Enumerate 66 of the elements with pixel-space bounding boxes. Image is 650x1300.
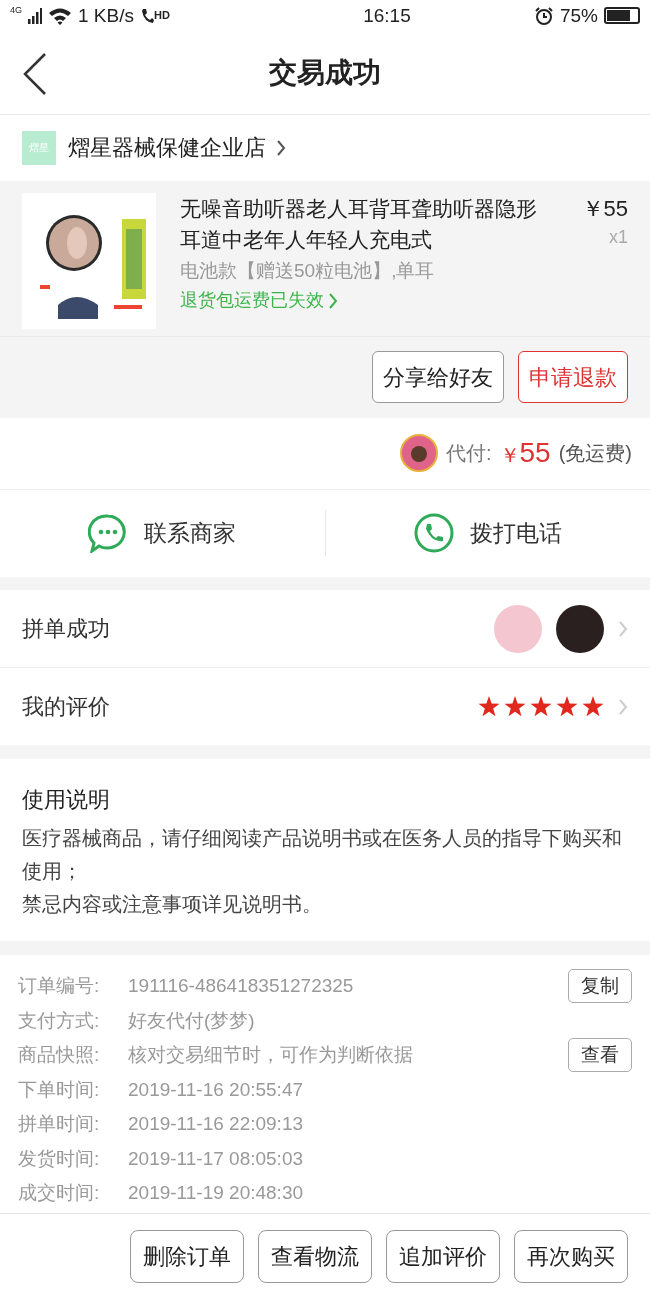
shop-link[interactable]: 熠星器械保健企业店 (68, 131, 286, 165)
back-button[interactable] (22, 51, 48, 96)
phone-icon (140, 6, 154, 25)
info-value: 2019-11-16 20:55:47 (128, 1077, 305, 1102)
avatar (399, 434, 438, 473)
avatar (556, 604, 604, 653)
phone-icon (413, 513, 454, 554)
product-variant: 电池款【赠送50粒电池】,单耳 (180, 258, 436, 283)
chevron-right-icon (618, 697, 628, 716)
info-label: 拼单时间: (18, 1112, 101, 1137)
star-icon (478, 696, 500, 718)
payment-label: 代付: (445, 441, 492, 467)
payment-amount: 55 (519, 436, 551, 471)
group-buy-row[interactable]: 拼单成功 (0, 590, 650, 669)
product-price: ￥55 (581, 194, 628, 223)
info-value: 2019-11-17 08:05:03 (128, 1146, 305, 1171)
info-label: 成交时间: (18, 1181, 101, 1206)
currency-symbol: ￥ (499, 444, 520, 469)
star-icon (530, 696, 552, 718)
call-button[interactable]: 拨打电话 (324, 510, 650, 557)
info-label: 订单编号: (18, 974, 101, 999)
section-title: 使用说明 (22, 786, 111, 815)
avatar (494, 604, 542, 653)
info-value: 核对交易细节时，可作为判断依据 (128, 1043, 414, 1068)
instructions-text: 禁忌内容或注意事项详见说明书。 (22, 892, 323, 918)
battery-icon (604, 7, 640, 25)
chevron-right-icon (618, 619, 628, 638)
info-value: 2019-11-19 20:48:30 (128, 1181, 305, 1206)
order-action-button[interactable]: 查看物流 (258, 1230, 372, 1284)
review-row[interactable]: 我的评价 (0, 668, 650, 746)
info-value: 好友代付(梦梦) (128, 1008, 256, 1033)
battery-percent: 75% (559, 3, 598, 28)
refund-button[interactable]: 申请退款 (518, 351, 628, 404)
product-quantity: x1 (609, 225, 628, 249)
info-label: 商品快照: (18, 1043, 101, 1068)
copy-button[interactable]: 复制 (568, 969, 632, 1004)
order-action-button[interactable]: 删除订单 (130, 1230, 244, 1284)
info-label: 下单时间: (18, 1077, 101, 1102)
order-action-button[interactable]: 再次购买 (514, 1230, 628, 1284)
share-button[interactable]: 分享给好友 (372, 351, 504, 404)
product-title: 无噪音助听器老人耳背耳聋助听器隐形耳道中老年人年轻人充电式 (180, 195, 538, 253)
chevron-right-icon (328, 291, 338, 310)
info-label: 发货时间: (18, 1146, 101, 1171)
chevron-right-icon (276, 138, 286, 157)
alarm-icon (533, 5, 554, 26)
shop-logo: 熠星 (22, 130, 56, 165)
info-value: 2019-11-16 22:09:13 (128, 1112, 305, 1137)
order-action-button[interactable]: 追加评价 (386, 1230, 500, 1284)
copy-button[interactable]: 查看 (568, 1038, 632, 1073)
star-icon (556, 696, 578, 718)
instructions-text: 医疗器械商品，请仔细阅读产品说明书或在医务人员的指导下购买和使用； (22, 826, 623, 885)
info-value: 191116-486418351272325 (128, 974, 355, 999)
signal-icon (28, 6, 42, 25)
star-icon (504, 696, 526, 718)
shipping-note: (免运费) (558, 441, 632, 467)
network-type: 4G (10, 5, 22, 15)
network-speed: 1 KB/s (78, 3, 134, 28)
clock-time: 16:15 (363, 3, 411, 28)
page-title: 交易成功 (269, 56, 381, 90)
chat-icon (88, 513, 129, 554)
star-icon (582, 696, 604, 718)
info-label: 支付方式: (18, 1008, 101, 1033)
contact-seller-button[interactable]: 联系商家 (0, 510, 325, 557)
hd-label: HD (154, 7, 170, 23)
wifi-icon (48, 6, 72, 25)
back-icon (22, 51, 48, 96)
